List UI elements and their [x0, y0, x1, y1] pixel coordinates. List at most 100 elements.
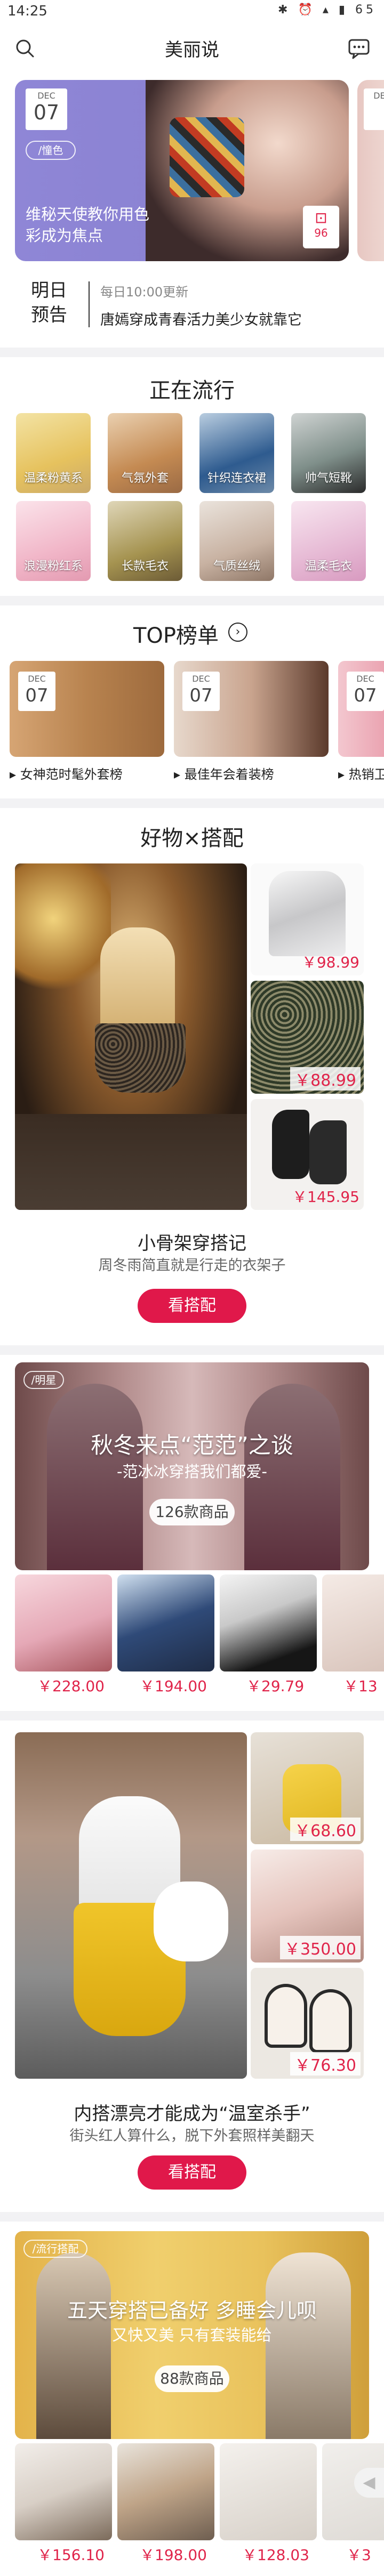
top-card-date: DEC 07 [182, 672, 220, 711]
top-card-caption[interactable]: ▸ 最佳年会着装榜 [174, 764, 274, 782]
trending-item-label: 气质丝绒 [213, 560, 260, 573]
top-card-day: 07 [25, 685, 49, 706]
trending-item[interactable]: 温柔毛衣 [291, 501, 366, 581]
outfit1-product[interactable]: ￥98.99 [251, 863, 364, 975]
hero-next-date: DEC [364, 88, 384, 130]
product-price: ￥13 [343, 1677, 378, 1695]
trending-item-label: 浪漫粉红系 [23, 560, 83, 573]
preview-label-line1: 明日 [31, 280, 67, 301]
weekly-banner[interactable]: /流行搭配 五天穿搭已备好 多睡会儿呗 又快又美 只有套装能给 88款商品 [15, 2231, 369, 2439]
outfit2-product[interactable]: ￥76.30 [251, 1968, 364, 2079]
scroll-hint-icon[interactable]: ◀ [354, 2468, 384, 2498]
outfit2-subtitle: 街头红人算什么，脱下外套照样美翻天 [69, 2128, 315, 2144]
product-price: ￥98.99 [301, 954, 359, 971]
outfit2-fur [154, 1881, 228, 1961]
message-icon[interactable] [346, 35, 372, 62]
top-card-date: DEC 07 [347, 672, 384, 711]
weekly-tag[interactable]: /流行搭配 [23, 2240, 87, 2258]
goods-section-title: 好物×搭配 [140, 826, 244, 851]
outfit2-main-photo[interactable] [15, 1732, 247, 2079]
trending-item[interactable]: 浪漫粉红系 [16, 501, 91, 581]
product-price: ￥198.00 [140, 2546, 207, 2564]
weekly-product[interactable] [117, 2443, 214, 2540]
trending-item-label: 针织连衣裙 [207, 472, 266, 485]
section-divider [0, 596, 384, 605]
top-card-date: DEC 07 [18, 672, 55, 711]
product-photo [265, 1984, 307, 2048]
chevron-right-icon[interactable]: › [228, 623, 247, 642]
top-card-day: 07 [354, 685, 377, 706]
outfit1-skirt [95, 1023, 186, 1093]
hero-banner[interactable]: DEC 07 /憧色 维秘天使教你用色彩成为焦点 ⊡ 96 [15, 80, 349, 261]
hero-month: DEC [37, 91, 55, 101]
celeb-tag[interactable]: /明星 [23, 1371, 64, 1389]
product-photo [269, 871, 346, 956]
section-divider [0, 798, 384, 808]
outfit2-title: 内搭漂亮才能成为“温室杀手” [74, 2103, 310, 2125]
top-card[interactable]: DEC 07 [10, 661, 164, 757]
top-card-caption[interactable]: ▸ 女神范时髦外套榜 [10, 764, 123, 782]
weekly-figure-2 [266, 2252, 351, 2439]
celeb-product[interactable] [322, 1574, 384, 1671]
hero-handbag [170, 117, 244, 197]
trending-item[interactable]: 长款毛衣 [108, 501, 182, 581]
app-header: 美丽说 [0, 23, 384, 77]
product-price: ￥145.95 [292, 1188, 359, 1206]
hero-like-badge[interactable]: ⊡ 96 [303, 206, 339, 248]
product-price: ￥76.30 [290, 2052, 361, 2076]
outfit2-product[interactable]: ￥350.00 [251, 1850, 364, 1963]
preview-label-line2: 预告 [31, 304, 67, 326]
top-card-month: DEC [28, 674, 46, 684]
outfit1-photo-glow [15, 863, 111, 1002]
trending-item[interactable]: 针织连衣裙 [199, 413, 274, 493]
status-icons: ✱ ⏰ ▴ ▮ 65 [278, 3, 377, 17]
outfit2-view-button[interactable]: 看搭配 [138, 2155, 246, 2190]
top-card-caption[interactable]: ▸ 热销卫衣 [338, 764, 384, 782]
trending-item-label: 帅气短靴 [305, 472, 352, 485]
trending-item[interactable]: 温柔粉黄系 [16, 413, 91, 493]
preview-divider [89, 281, 90, 327]
trending-item[interactable]: 气氛外套 [108, 413, 182, 493]
hero-tag[interactable]: /憧色 [26, 141, 76, 160]
hero-next-card[interactable]: DEC [357, 80, 384, 261]
product-price: ￥88.99 [290, 1067, 361, 1091]
celeb-product[interactable] [15, 1574, 112, 1671]
celeb-product[interactable] [117, 1574, 214, 1671]
outfit1-title: 小骨架穿搭记 [138, 1233, 246, 1254]
weekly-product[interactable] [220, 2443, 317, 2540]
weekly-count-badge[interactable]: 88款商品 [155, 2365, 229, 2392]
product-price: ￥156.10 [37, 2546, 105, 2564]
celeb-headline: 秋冬来点“范范”之谈 [91, 1432, 293, 1458]
celeb-product[interactable] [220, 1574, 317, 1671]
outfit1-view-button[interactable]: 看搭配 [138, 1289, 246, 1323]
outfit1-main-photo[interactable] [15, 863, 247, 1210]
celeb-subline: -范冰冰穿搭我们都爱- [117, 1463, 267, 1481]
weekly-figure-1 [36, 2252, 111, 2439]
hero-day: 07 [33, 101, 60, 124]
trending-item-label: 温柔毛衣 [305, 560, 352, 573]
weekly-product[interactable] [15, 2443, 112, 2540]
section-divider [0, 1345, 384, 1355]
preview-text[interactable]: 唐嫣穿成青春活力美少女就靠它 [100, 308, 302, 329]
battery-level: 65 [355, 3, 377, 17]
section-divider [0, 2212, 384, 2222]
weekly-subline: 又快又美 只有套装能给 [112, 2326, 272, 2344]
top-list-title[interactable]: TOP榜单 [133, 618, 219, 649]
status-time: 14:25 [7, 3, 47, 19]
outfit1-product[interactable]: ￥145.95 [251, 1099, 364, 1210]
product-price: ￥68.60 [290, 1818, 361, 1841]
outfit1-product[interactable]: ￥88.99 [251, 981, 364, 1094]
section-divider [0, 1711, 384, 1721]
trending-item[interactable]: 气质丝绒 [199, 501, 274, 581]
trending-item-label: 温柔粉黄系 [23, 472, 83, 485]
celeb-count-badge[interactable]: 126款商品 [149, 1499, 235, 1525]
outfit1-street [15, 1114, 247, 1210]
trending-item[interactable]: 帅气短靴 [291, 413, 366, 493]
top-card[interactable]: DEC 07 [338, 661, 384, 757]
trending-item-label: 长款毛衣 [121, 560, 169, 573]
outfit2-product[interactable]: ￥68.60 [251, 1732, 364, 1844]
section-divider [0, 348, 384, 357]
top-card[interactable]: DEC 07 [174, 661, 329, 757]
trending-item-label: 气氛外套 [121, 472, 169, 485]
celeb-banner[interactable]: /明星 秋冬来点“范范”之谈 -范冰冰穿搭我们都爱- 126款商品 [15, 1362, 369, 1570]
